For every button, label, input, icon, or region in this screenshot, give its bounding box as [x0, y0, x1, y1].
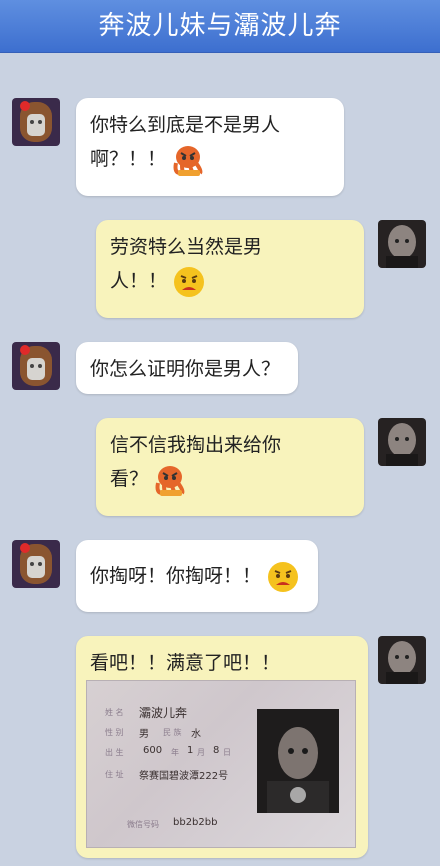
message-4-line-1: 信不信我掏出来给你 [110, 434, 282, 456]
id-sex-label: 性 别 [105, 728, 124, 737]
message-2-line-2: 人！！ [110, 270, 168, 292]
id-year-unit: 年 [171, 748, 179, 757]
id-address-label: 住 址 [105, 770, 124, 779]
id-wechat-value: bb2b2bb [173, 817, 218, 828]
id-birth-label: 出 生 [105, 748, 124, 757]
id-birth-year: 600 [143, 745, 163, 756]
angry-octopus-icon [173, 145, 203, 176]
id-birth-month: 1 [187, 745, 194, 756]
chat-title-bar: 奔波儿妹与灞波儿奔 [0, 0, 440, 53]
chat-title: 奔波儿妹与灞波儿奔 [98, 11, 342, 41]
message-4-line-2: 看？ [110, 468, 149, 490]
avatar-babo-erben[interactable] [378, 636, 426, 684]
id-day-unit: 日 [223, 748, 231, 757]
message-2-line-1: 劳资特么当然是男 [110, 236, 263, 258]
message-1-line-2: 啊？！！ [90, 148, 167, 170]
avatar-babo-erben[interactable] [378, 418, 426, 466]
message-5-line-1: 你掏呀！你掏呀！！ [90, 565, 262, 587]
id-address-value: 祭赛国碧波潭222号 [139, 771, 229, 782]
message-6-line-1: 看吧！！满意了吧！！ [90, 652, 281, 674]
id-name-value: 灞波儿奔 [139, 706, 188, 720]
id-ethnicity-value: 水 [191, 729, 201, 740]
avatar-benbo-ermei[interactable] [12, 540, 60, 588]
message-1-line-1: 你特么到底是不是男人 [90, 114, 281, 136]
id-photo [257, 709, 339, 813]
id-name-label: 姓 名 [105, 708, 124, 717]
angry-smiley-icon [174, 266, 205, 297]
message-bubble-4[interactable]: 信不信我掏出来给你 看？ [96, 418, 364, 516]
id-birth-day: 8 [213, 745, 220, 756]
id-sex-value: 男 [139, 729, 149, 740]
message-bubble-3[interactable]: 你怎么证明你是男人？ [76, 342, 298, 394]
angry-octopus-icon [155, 465, 185, 496]
avatar-benbo-ermei[interactable] [12, 342, 60, 390]
id-card-image[interactable]: 姓 名 灞波儿奔 性 别 男 民 族 水 出 生 600 年 1 月 8 日 住… [86, 680, 356, 848]
avatar-babo-erben[interactable] [378, 220, 426, 268]
message-3-line-1: 你怎么证明你是男人？ [90, 358, 281, 380]
message-bubble-1[interactable]: 你特么到底是不是男人 啊？！！ [76, 98, 344, 196]
angry-smiley-icon [268, 561, 299, 592]
avatar-benbo-ermei[interactable] [12, 98, 60, 146]
message-bubble-5[interactable]: 你掏呀！你掏呀！！ [76, 540, 318, 612]
id-ethnicity-label: 民 族 [163, 728, 182, 737]
id-month-unit: 月 [197, 748, 205, 757]
message-bubble-2[interactable]: 劳资特么当然是男 人！！ [96, 220, 364, 318]
id-wechat-label: 微信号码 [127, 820, 159, 829]
